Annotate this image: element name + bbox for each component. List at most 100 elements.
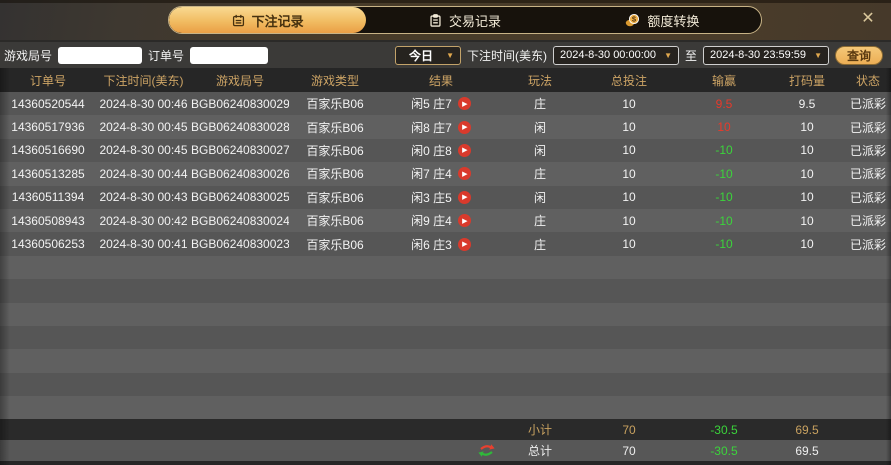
swap-icon[interactable]	[381, 443, 501, 458]
header-round-no: 游戏局号	[191, 72, 289, 89]
cell-round-no: BGB06240830027	[191, 143, 289, 157]
replay-icon[interactable]: ▶	[458, 238, 471, 251]
header-total-bet: 总投注	[579, 72, 679, 89]
table-row[interactable]: 14360517936 2024-8-30 00:45 BGB062408300…	[0, 115, 891, 138]
total-turnover: 69.5	[769, 444, 845, 458]
table-body: 14360520544 2024-8-30 00:46 BGB062408300…	[0, 92, 891, 419]
empty-row	[0, 349, 891, 372]
query-button[interactable]: 查询	[835, 46, 883, 65]
replay-icon[interactable]: ▶	[458, 121, 471, 134]
order-no-input[interactable]	[190, 47, 268, 64]
cell-total-bet: 10	[579, 143, 679, 157]
cell-game-type: 百家乐B06	[289, 95, 381, 112]
cell-round-no: BGB06240830023	[191, 237, 289, 251]
close-icon[interactable]: ✕	[858, 9, 878, 29]
cell-total-bet: 10	[579, 120, 679, 134]
tab-bet-records[interactable]: 下注记录	[169, 7, 366, 33]
cell-order-no: 14360506253	[0, 237, 96, 251]
subtotal-win-loss: -30.5	[679, 423, 769, 437]
end-time-dropdown[interactable]: 2024-8-30 23:59:59 ▼	[703, 46, 829, 65]
cell-game-type: 百家乐B06	[289, 119, 381, 136]
bottom-edge	[0, 461, 891, 465]
tab-label: 下注记录	[252, 11, 304, 30]
table-row[interactable]: 14360516690 2024-8-30 00:45 BGB062408300…	[0, 139, 891, 162]
cell-status: 已派彩	[845, 212, 891, 229]
replay-icon[interactable]: ▶	[458, 167, 471, 180]
bet-time-label: 下注时间(美东)	[467, 47, 547, 64]
cell-round-no: BGB06240830029	[191, 97, 289, 111]
date-preset-dropdown[interactable]: 今日 ▼	[395, 46, 461, 65]
start-time-dropdown[interactable]: 2024-8-30 00:00:00 ▼	[553, 46, 679, 65]
betting-records-window: 下注记录 交易记录 $	[0, 0, 891, 465]
table-row[interactable]: 14360520544 2024-8-30 00:46 BGB062408300…	[0, 92, 891, 115]
cell-win-loss: -10	[679, 167, 769, 181]
chevron-down-icon: ▼	[664, 51, 672, 60]
table-row[interactable]: 14360513285 2024-8-30 00:44 BGB062408300…	[0, 162, 891, 185]
cell-turnover: 10	[769, 167, 845, 181]
cell-order-no: 14360511394	[0, 190, 96, 204]
header-order-no: 订单号	[0, 72, 96, 89]
total-win-loss: -30.5	[679, 444, 769, 458]
subtotal-total-bet: 70	[579, 423, 679, 437]
empty-row	[0, 396, 891, 419]
cell-bet-time: 2024-8-30 00:41	[96, 237, 191, 251]
empty-row	[0, 303, 891, 326]
chevron-down-icon: ▼	[446, 51, 454, 60]
subtotal-row: 小计 70 -30.5 69.5	[0, 419, 891, 440]
coins-icon: $	[625, 13, 640, 27]
game-round-input[interactable]	[58, 47, 142, 64]
cell-result: 闲6 庄3 ▶	[381, 236, 501, 253]
cell-order-no: 14360520544	[0, 97, 96, 111]
cell-order-no: 14360517936	[0, 120, 96, 134]
cell-win-loss: 10	[679, 120, 769, 134]
cell-result: 闲3 庄5 ▶	[381, 189, 501, 206]
cell-order-no: 14360513285	[0, 167, 96, 181]
cell-turnover: 10	[769, 120, 845, 134]
cell-game-type: 百家乐B06	[289, 212, 381, 229]
start-time-value: 2024-8-30 00:00:00	[560, 49, 656, 61]
cell-total-bet: 10	[579, 190, 679, 204]
header-result: 结果	[381, 72, 501, 89]
cell-game-type: 百家乐B06	[289, 142, 381, 159]
cell-game-type: 百家乐B06	[289, 189, 381, 206]
cell-win-loss: 9.5	[679, 97, 769, 111]
cell-status: 已派彩	[845, 189, 891, 206]
tab-label: 额度转换	[647, 11, 699, 30]
cell-turnover: 10	[769, 143, 845, 157]
replay-icon[interactable]: ▶	[458, 144, 471, 157]
end-time-value: 2024-8-30 23:59:59	[710, 49, 806, 61]
header-game-type: 游戏类型	[289, 72, 381, 89]
to-label: 至	[685, 47, 697, 64]
header-status: 状态	[845, 72, 891, 89]
header-win-loss: 输赢	[679, 72, 769, 89]
cell-round-no: BGB06240830026	[191, 167, 289, 181]
cell-bet-time: 2024-8-30 00:46	[96, 97, 191, 111]
table-row[interactable]: 14360511394 2024-8-30 00:43 BGB062408300…	[0, 186, 891, 209]
cell-result: 闲7 庄4 ▶	[381, 165, 501, 182]
cell-win-loss: -10	[679, 237, 769, 251]
calendar-icon	[232, 14, 245, 27]
cell-result: 闲9 庄4 ▶	[381, 212, 501, 229]
title-bar: 下注记录 交易记录 $	[0, 0, 891, 40]
filter-bar: 游戏局号 订单号 今日 ▼ 下注时间(美东) 2024-8-30 00:00:0…	[0, 40, 891, 68]
table-row[interactable]: 14360508943 2024-8-30 00:42 BGB062408300…	[0, 209, 891, 232]
cell-bet-time: 2024-8-30 00:44	[96, 167, 191, 181]
cell-status: 已派彩	[845, 165, 891, 182]
replay-icon[interactable]: ▶	[458, 214, 471, 227]
replay-icon[interactable]: ▶	[458, 191, 471, 204]
tab-transaction-records[interactable]: 交易记录	[366, 7, 563, 33]
subtotal-turnover: 69.5	[769, 423, 845, 437]
cell-turnover: 10	[769, 237, 845, 251]
cell-bet-time: 2024-8-30 00:45	[96, 143, 191, 157]
cell-round-no: BGB06240830024	[191, 214, 289, 228]
cell-status: 已派彩	[845, 142, 891, 159]
table-row[interactable]: 14360506253 2024-8-30 00:41 BGB062408300…	[0, 232, 891, 255]
cell-total-bet: 10	[579, 97, 679, 111]
empty-row	[0, 256, 891, 279]
cell-order-no: 14360516690	[0, 143, 96, 157]
date-preset-value: 今日	[402, 47, 440, 64]
cell-play: 闲	[501, 189, 579, 206]
tab-label: 交易记录	[449, 11, 501, 30]
tab-credit-conversion[interactable]: $ 额度转换	[564, 7, 761, 33]
replay-icon[interactable]: ▶	[458, 97, 471, 110]
